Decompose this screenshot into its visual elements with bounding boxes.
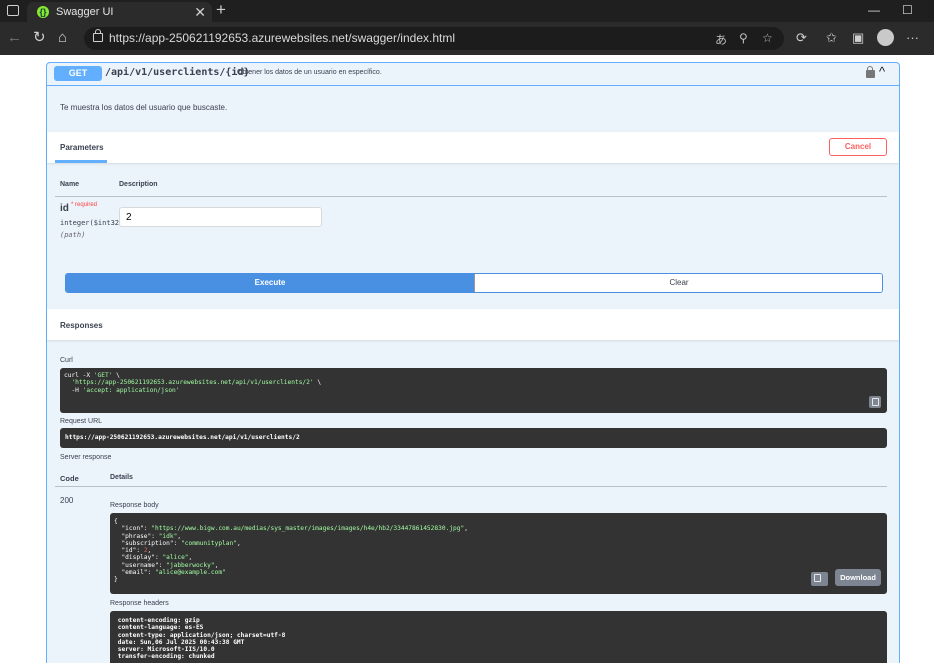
- request-url-label: Request URL: [60, 418, 103, 425]
- new-tab-button[interactable]: +: [216, 0, 226, 20]
- json-value-username: "jabberwocky": [166, 561, 215, 569]
- tab-actions-icon[interactable]: [7, 5, 19, 16]
- response-headers-block[interactable]: content-encoding: gzip content-language:…: [110, 611, 887, 663]
- json-value-display: "alice": [162, 554, 189, 562]
- home-icon[interactable]: ⌂: [58, 28, 67, 48]
- curl-line-2-tail: \: [313, 379, 322, 387]
- json-open-brace: {: [114, 518, 118, 525]
- response-body-block[interactable]: { "icon": "https://www.bigw.com.au/media…: [110, 513, 887, 594]
- response-headers-label: Response headers: [110, 600, 169, 607]
- browser-tab-bar: {} Swagger UI ✕ + — ☐: [0, 0, 934, 22]
- header-line: transfer-encoding: chunked: [114, 653, 215, 661]
- json-comma: ,: [236, 539, 241, 547]
- address-bar[interactable]: https://app-250621192653.azurewebsites.n…: [84, 27, 784, 50]
- column-description-header: Description: [119, 181, 158, 188]
- json-key-username: "username":: [114, 561, 167, 569]
- header-line: content-type: application/json; charset=…: [114, 631, 286, 639]
- minimize-icon[interactable]: —: [868, 0, 880, 20]
- zoom-icon[interactable]: ⚲: [739, 31, 748, 45]
- code-column-header: Code: [60, 474, 79, 483]
- operation-block: GET /api/v1/userclients/{id} Obtener los…: [46, 62, 900, 663]
- download-button[interactable]: Download: [835, 569, 881, 586]
- url-text[interactable]: https://app-250621192653.azurewebsites.n…: [109, 31, 455, 45]
- response-body-label: Response body: [110, 502, 159, 509]
- browser-toolbar: ← ↻ ⌂ https://app-250621192653.azurewebs…: [0, 22, 934, 55]
- curl-url: 'https://app-250621192653.azurewebsites.…: [71, 379, 314, 387]
- json-value-icon: "https://www.bigw.com.au/medias/sys_mast…: [151, 525, 465, 533]
- curl-line-1: curl -X: [64, 372, 94, 379]
- json-value-phrase: "idk": [158, 532, 178, 540]
- header-line: content-encoding: gzip: [114, 617, 200, 624]
- json-comma: ,: [214, 561, 219, 569]
- cancel-button[interactable]: Cancel: [829, 138, 887, 156]
- json-comma: ,: [177, 532, 182, 540]
- response-code: 200: [60, 496, 74, 505]
- tab-underline: [55, 160, 107, 163]
- parameter-type: integer($int32): [60, 219, 124, 227]
- column-name-header: Name: [60, 181, 80, 188]
- extensions-icon[interactable]: ⟳: [796, 30, 807, 46]
- browser-tab[interactable]: {} Swagger UI ✕: [27, 2, 212, 22]
- operation-summary[interactable]: GET /api/v1/userclients/{id} Obtener los…: [47, 63, 899, 86]
- header-line: date: Sun,06 Jul 2025 00:43:38 GMT: [114, 638, 245, 646]
- request-url-block[interactable]: https://app-250621192653.azurewebsites.n…: [60, 428, 887, 448]
- json-key-phrase: "phrase":: [114, 532, 159, 540]
- collections-icon[interactable]: ▣: [852, 30, 864, 46]
- responses-header: Responses: [47, 309, 899, 340]
- read-aloud-icon[interactable]: あ: [715, 31, 727, 48]
- page-content: GET /api/v1/userclients/{id} Obtener los…: [0, 55, 934, 663]
- divider: [55, 196, 887, 197]
- chevron-up-icon[interactable]: ^: [879, 64, 885, 79]
- curl-line-3: -H: [64, 386, 83, 394]
- profile-icon[interactable]: [877, 29, 894, 46]
- copy-body-icon[interactable]: [811, 572, 828, 586]
- close-tab-icon[interactable]: ✕: [194, 4, 206, 20]
- json-value-subscription: "communityplan": [181, 539, 237, 547]
- json-key-subscription: "subscription":: [114, 539, 182, 547]
- curl-label: Curl: [60, 357, 73, 364]
- header-line: content-language: es-ES: [114, 624, 204, 632]
- authorize-lock-icon[interactable]: [866, 66, 875, 78]
- id-parameter-input[interactable]: [119, 207, 322, 227]
- json-key-icon: "icon":: [114, 525, 152, 533]
- responses-title: Responses: [60, 321, 103, 330]
- required-badge: * required: [71, 202, 98, 208]
- back-icon[interactable]: ←: [7, 28, 22, 48]
- method-badge[interactable]: GET: [54, 66, 102, 81]
- json-value-email: "alice@example.com": [154, 569, 226, 577]
- copy-curl-icon[interactable]: [869, 396, 881, 408]
- more-icon[interactable]: ···: [906, 30, 919, 46]
- execute-button[interactable]: Execute: [66, 274, 474, 292]
- details-column-header: Details: [110, 474, 133, 481]
- json-key-email: "email":: [114, 569, 155, 577]
- operation-summary-text: Obtener los datos de un usuario en espec…: [237, 69, 382, 76]
- json-comma: ,: [464, 525, 468, 533]
- curl-line-1-tail: \: [112, 372, 120, 379]
- parameter-name: id: [60, 203, 69, 214]
- swagger-favicon-icon: {}: [37, 6, 49, 18]
- operation-description: Te muestra los datos del usuario que bus…: [60, 103, 228, 112]
- parameters-header: Parameters Cancel: [47, 132, 899, 163]
- curl-code-block[interactable]: curl -X 'GET' \ 'https://app-25062119265…: [60, 368, 887, 413]
- maximize-icon[interactable]: ☐: [902, 0, 913, 20]
- json-key-id: "id":: [114, 547, 144, 555]
- favorites-icon[interactable]: ✩: [826, 30, 837, 46]
- json-close-brace: }: [114, 576, 118, 584]
- json-key-display: "display":: [114, 554, 163, 562]
- operation-path[interactable]: /api/v1/userclients/{id}: [105, 67, 250, 78]
- server-response-label: Server response: [60, 454, 112, 461]
- parameter-location: (path): [60, 231, 86, 239]
- tab-title: Swagger UI: [56, 6, 114, 18]
- curl-header: 'accept: application/json': [82, 386, 180, 394]
- clear-button[interactable]: Clear: [474, 274, 882, 292]
- execute-clear-group: Execute Clear: [65, 273, 883, 293]
- json-comma: ,: [147, 547, 152, 555]
- divider: [55, 486, 887, 487]
- refresh-icon[interactable]: ↻: [33, 28, 46, 48]
- lock-icon[interactable]: [93, 29, 103, 42]
- favorite-icon[interactable]: ☆: [762, 31, 773, 45]
- json-comma: ,: [188, 554, 193, 562]
- curl-method: 'GET': [93, 372, 113, 379]
- tab-parameters[interactable]: Parameters: [60, 143, 104, 152]
